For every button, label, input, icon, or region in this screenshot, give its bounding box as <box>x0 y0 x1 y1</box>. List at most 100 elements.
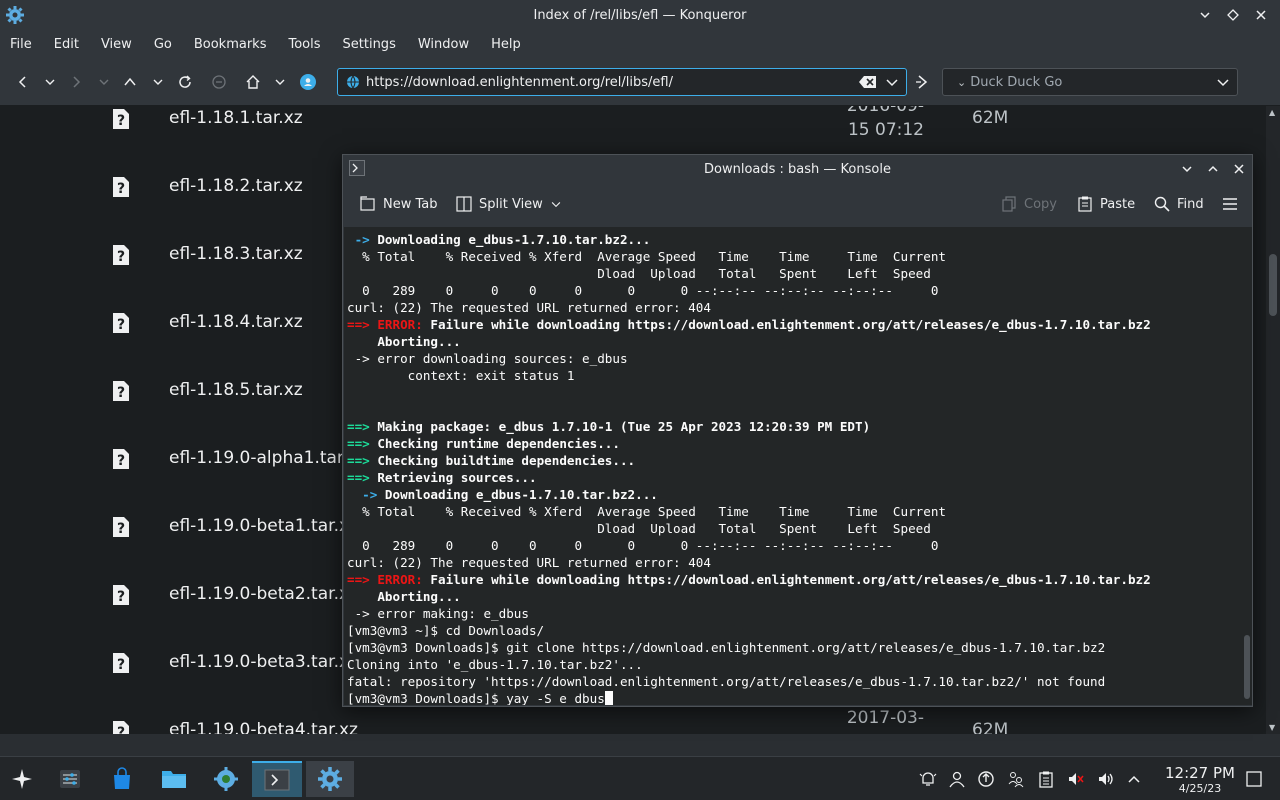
search-placeholder: Duck Duck Go <box>970 74 1063 90</box>
find-button[interactable]: Find <box>1153 195 1204 213</box>
svg-text:?: ? <box>117 725 125 734</box>
terminal-line: ==> ERROR: Failure while downloading htt… <box>347 316 1252 333</box>
scroll-up-icon[interactable]: ▲ <box>1269 108 1275 117</box>
scrollbar-thumb[interactable] <box>1269 254 1277 316</box>
notifications-tray-icon[interactable] <box>918 769 938 789</box>
user-tray-icon[interactable] <box>947 769 967 789</box>
minimize-button[interactable] <box>1196 6 1214 24</box>
reload-button[interactable] <box>175 72 195 92</box>
up-history-button[interactable] <box>148 72 168 92</box>
discover-store-task[interactable] <box>100 761 144 797</box>
clipboard-tray-icon[interactable] <box>1036 769 1056 789</box>
home-menu-button[interactable] <box>270 72 290 92</box>
scroll-down-icon[interactable]: ▼ <box>1269 723 1275 732</box>
terminal-text: 0 289 0 0 0 0 0 0 --:--:-- --:--:-- --:-… <box>347 538 939 553</box>
show-desktop-button[interactable] <box>1244 769 1264 789</box>
up-button[interactable] <box>120 72 140 92</box>
menu-bookmarks[interactable]: Bookmarks <box>194 37 267 52</box>
terminal-line: ==> Checking runtime dependencies... <box>347 435 1252 452</box>
svg-text:?: ? <box>117 657 125 673</box>
arrow-up-icon <box>124 77 136 86</box>
svg-text:?: ? <box>117 589 125 605</box>
diamond-icon <box>1227 9 1239 21</box>
terminal-line: Cloning into 'e_dbus-1.7.10.tar.bz2'... <box>347 656 1252 673</box>
konqueror-gear-icon[interactable] <box>5 5 25 25</box>
copy-button[interactable]: Copy <box>1000 195 1057 213</box>
file-name-link[interactable]: efl-1.19.0-beta2.tar.x <box>169 584 349 604</box>
menu-tools[interactable]: Tools <box>288 37 320 52</box>
terminal-line: context: exit status 1 <box>347 367 1252 384</box>
digital-clock[interactable]: 12:27 PM 4/25/23 <box>1150 764 1250 796</box>
konsole-close-button[interactable] <box>1230 160 1248 178</box>
stop-button[interactable] <box>209 72 229 92</box>
forward-button[interactable] <box>66 72 86 92</box>
application-launcher-button[interactable] <box>0 761 44 797</box>
konsole-toolbar: New Tab Split View Copy Paste Find <box>343 183 1252 227</box>
updates-tray-icon[interactable] <box>976 769 996 789</box>
new-tab-button[interactable]: New Tab <box>359 195 438 213</box>
konqueror-window-task[interactable] <box>306 761 354 797</box>
file-name-link[interactable]: efl-1.18.5.tar.xz <box>169 380 303 400</box>
navigation-toolbar: https://download.enlightenment.org/rel/l… <box>0 58 1280 106</box>
menu-go[interactable]: Go <box>154 37 172 52</box>
update-icon <box>978 771 994 787</box>
file-name-link[interactable]: efl-1.19.0-alpha1.tar <box>169 448 344 468</box>
audio-muted-tray-icon[interactable] <box>1066 769 1086 789</box>
back-button[interactable] <box>13 72 33 92</box>
volume-tray-icon[interactable] <box>1096 769 1116 789</box>
terminal-icon <box>349 160 365 176</box>
file-name-link[interactable]: efl-1.19.0-beta3.tar.x <box>169 652 349 672</box>
search-provider-icon[interactable]: ⌄ <box>957 76 966 89</box>
konsole-maximize-button[interactable] <box>1204 160 1222 178</box>
search-icon <box>1154 196 1170 212</box>
close-icon <box>1234 164 1244 174</box>
home-button[interactable] <box>243 72 263 92</box>
accessibility-tray-icon[interactable] <box>1006 769 1026 789</box>
clock-time: 12:27 PM <box>1165 764 1235 782</box>
file-name-link[interactable]: efl-1.18.3.tar.xz <box>169 244 303 264</box>
menu-window[interactable]: Window <box>418 37 469 52</box>
menu-view[interactable]: View <box>101 37 132 52</box>
konqueror-task[interactable] <box>204 761 248 797</box>
web-search-bar[interactable]: ⌄ Duck Duck Go <box>942 68 1238 96</box>
new-tab-label: New Tab <box>383 196 438 212</box>
file-row[interactable]: ? efl-1.19.0-beta4.tar.xz 2017-03-31 62M <box>0 708 1266 734</box>
file-name-link[interactable]: efl-1.19.0-beta1.tar.x <box>169 516 349 536</box>
terminal-output[interactable]: -> Downloading e_dbus-1.7.10.tar.bz2... … <box>344 227 1252 705</box>
file-manager-task[interactable] <box>152 761 196 797</box>
menu-help[interactable]: Help <box>491 37 521 52</box>
split-view-button[interactable]: Split View <box>455 195 563 213</box>
menu-settings[interactable]: Settings <box>343 37 396 52</box>
chevron-down-icon[interactable] <box>1215 74 1231 90</box>
address-bar[interactable]: https://download.enlightenment.org/rel/l… <box>337 68 907 96</box>
terminal-text: ==> <box>347 572 378 587</box>
tray-expander-button[interactable] <box>1124 769 1144 789</box>
terminal-text: Downloading e_dbus-1.7.10.tar.bz2... <box>377 232 651 247</box>
location-button[interactable] <box>298 72 318 92</box>
menu-edit[interactable]: Edit <box>54 37 79 52</box>
hamburger-menu-button[interactable] <box>1221 195 1239 213</box>
konsole-task[interactable] <box>252 761 302 797</box>
go-button[interactable] <box>913 72 933 92</box>
paste-button[interactable]: Paste <box>1076 195 1135 213</box>
close-button[interactable] <box>1252 6 1270 24</box>
file-name-link[interactable]: efl-1.18.1.tar.xz <box>169 108 303 128</box>
split-view-icon <box>456 196 472 212</box>
back-history-button[interactable] <box>40 72 60 92</box>
file-name-link[interactable]: efl-1.19.0-beta4.tar.xz <box>169 720 358 734</box>
launcher-icon <box>12 769 32 789</box>
terminal-line: ==> ERROR: Failure while downloading htt… <box>347 571 1252 588</box>
clear-text-icon[interactable] <box>858 74 878 90</box>
file-name-link[interactable]: efl-1.18.4.tar.xz <box>169 312 303 332</box>
address-url[interactable]: https://download.enlightenment.org/rel/l… <box>366 75 858 90</box>
chevron-down-icon[interactable] <box>884 74 900 90</box>
konsole-minimize-button[interactable] <box>1178 160 1196 178</box>
terminal-scrollbar-thumb[interactable] <box>1244 635 1250 699</box>
file-name-link[interactable]: efl-1.18.2.tar.xz <box>169 176 303 196</box>
unknown-file-icon: ? <box>113 109 129 129</box>
page-scrollbar[interactable]: ▲ ▼ <box>1266 106 1280 734</box>
system-settings-task[interactable] <box>48 761 92 797</box>
menu-file[interactable]: File <box>10 37 32 52</box>
forward-history-button[interactable] <box>94 72 114 92</box>
maximize-button[interactable] <box>1224 6 1242 24</box>
